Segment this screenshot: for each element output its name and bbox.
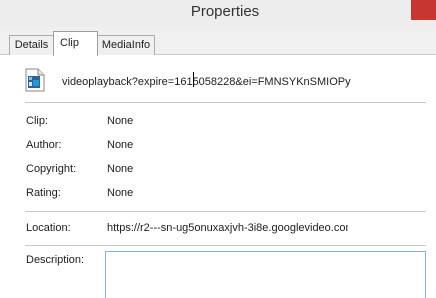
clip-label: Clip: xyxy=(26,115,49,127)
divider xyxy=(25,211,426,212)
divider xyxy=(25,102,426,103)
text-cursor xyxy=(193,72,194,87)
clip-value: None xyxy=(107,115,134,127)
tab-clip[interactable]: Clip xyxy=(53,31,98,56)
rating-value: None xyxy=(107,187,134,199)
rating-label: Rating: xyxy=(26,187,61,199)
title-bar: Properties xyxy=(0,0,436,28)
location-label: Location: xyxy=(26,222,71,234)
copyright-label: Copyright: xyxy=(26,163,77,175)
description-label: Description: xyxy=(26,254,85,266)
location-value[interactable]: https://r2---sn-ug5onuxaxjvh-3i8e.google… xyxy=(107,222,348,234)
author-label: Author: xyxy=(26,139,62,151)
tab-details[interactable]: Details xyxy=(9,35,54,55)
file-name[interactable]: videoplayback?expire=1615058228&ei=FMNSY… xyxy=(62,76,351,88)
clip-panel: videoplayback?expire=1615058228&ei=FMNSY… xyxy=(0,55,436,298)
divider xyxy=(25,245,426,246)
close-button[interactable] xyxy=(411,0,436,20)
copyright-value: None xyxy=(107,163,134,175)
author-value: None xyxy=(107,139,134,151)
description-input[interactable] xyxy=(105,251,426,298)
video-file-icon xyxy=(25,68,45,92)
window-title: Properties xyxy=(190,3,260,20)
tab-strip: Details MediaInfo Clip xyxy=(0,28,436,56)
tab-mediainfo[interactable]: MediaInfo xyxy=(97,35,155,55)
